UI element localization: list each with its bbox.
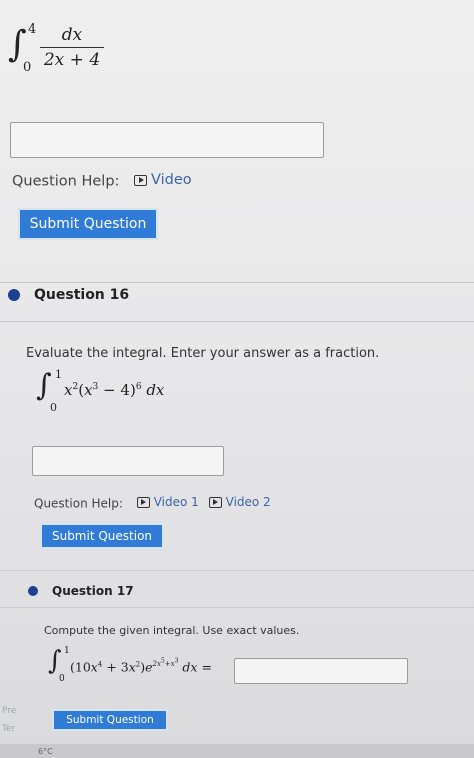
q17-title: Question 17 xyxy=(52,584,134,598)
q16-video2-link[interactable]: Video 2 xyxy=(208,495,271,509)
q17-header: Question 17 xyxy=(28,584,134,598)
q17-answer-input[interactable] xyxy=(234,658,408,684)
q15-submit-button[interactable]: Submit Question xyxy=(20,210,156,238)
integral-upper-limit: 1 xyxy=(64,646,70,656)
integral-lower-limit: 0 xyxy=(50,401,57,414)
q15-question-help: Question Help: Video xyxy=(12,172,192,190)
fraction-numerator: dx xyxy=(40,25,104,48)
side-stub-bottom: Ter xyxy=(2,724,16,734)
q17-integrand: (10x4 + 3x2)e2x5+x3 dx = xyxy=(70,658,212,675)
question-help-label: Question Help: xyxy=(34,496,123,511)
integral-upper-limit: 1 xyxy=(55,368,62,381)
q17-submit-button[interactable]: Submit Question xyxy=(54,711,166,729)
question-help-label: Question Help: xyxy=(12,173,120,190)
question-bullet xyxy=(8,289,20,301)
video-link-label: Video xyxy=(151,172,192,188)
q16-prompt: Evaluate the integral. Enter your answer… xyxy=(26,346,380,361)
integrand-fraction: dx 2x + 4 xyxy=(40,25,104,70)
divider xyxy=(0,607,474,608)
weather-temperature: 6°C xyxy=(38,747,53,756)
play-icon xyxy=(208,496,222,508)
taskbar: 6°C xyxy=(0,744,474,758)
side-stub-top: Pre xyxy=(2,706,17,716)
integral-sign: ∫ xyxy=(36,368,52,403)
q16-title: Question 16 xyxy=(34,287,130,303)
integral-lower-limit: 0 xyxy=(59,674,65,684)
q16-video1-link[interactable]: Video 1 xyxy=(136,495,199,509)
q15-video-link[interactable]: Video xyxy=(134,172,192,188)
q15-answer-input[interactable] xyxy=(10,122,324,158)
divider xyxy=(0,282,474,283)
q16-submit-button[interactable]: Submit Question xyxy=(42,525,162,547)
divider xyxy=(0,321,474,322)
integral-upper-limit: 4 xyxy=(28,22,37,37)
divider xyxy=(0,570,474,571)
page: ∫ 4 0 dx 2x + 4 Question Help: Video Sub… xyxy=(0,0,474,758)
integral-sign: ∫ xyxy=(48,646,62,676)
integral-lower-limit: 0 xyxy=(23,60,32,75)
q17-prompt: Compute the given integral. Use exact va… xyxy=(44,624,300,637)
video2-label: Video 2 xyxy=(225,495,271,509)
fraction-denominator: 2x + 4 xyxy=(43,50,101,70)
q16-answer-input[interactable] xyxy=(32,446,224,476)
play-icon xyxy=(136,496,150,508)
question-bullet xyxy=(28,586,38,596)
q16-question-help: Question Help: Video 1 Video 2 xyxy=(34,495,271,511)
play-icon xyxy=(134,174,148,186)
integral-sign: ∫ xyxy=(8,24,27,65)
q16-header: Question 16 xyxy=(8,287,129,303)
q16-integrand: x2(x3 − 4)6 dx xyxy=(64,381,165,399)
video1-label: Video 1 xyxy=(153,495,199,509)
